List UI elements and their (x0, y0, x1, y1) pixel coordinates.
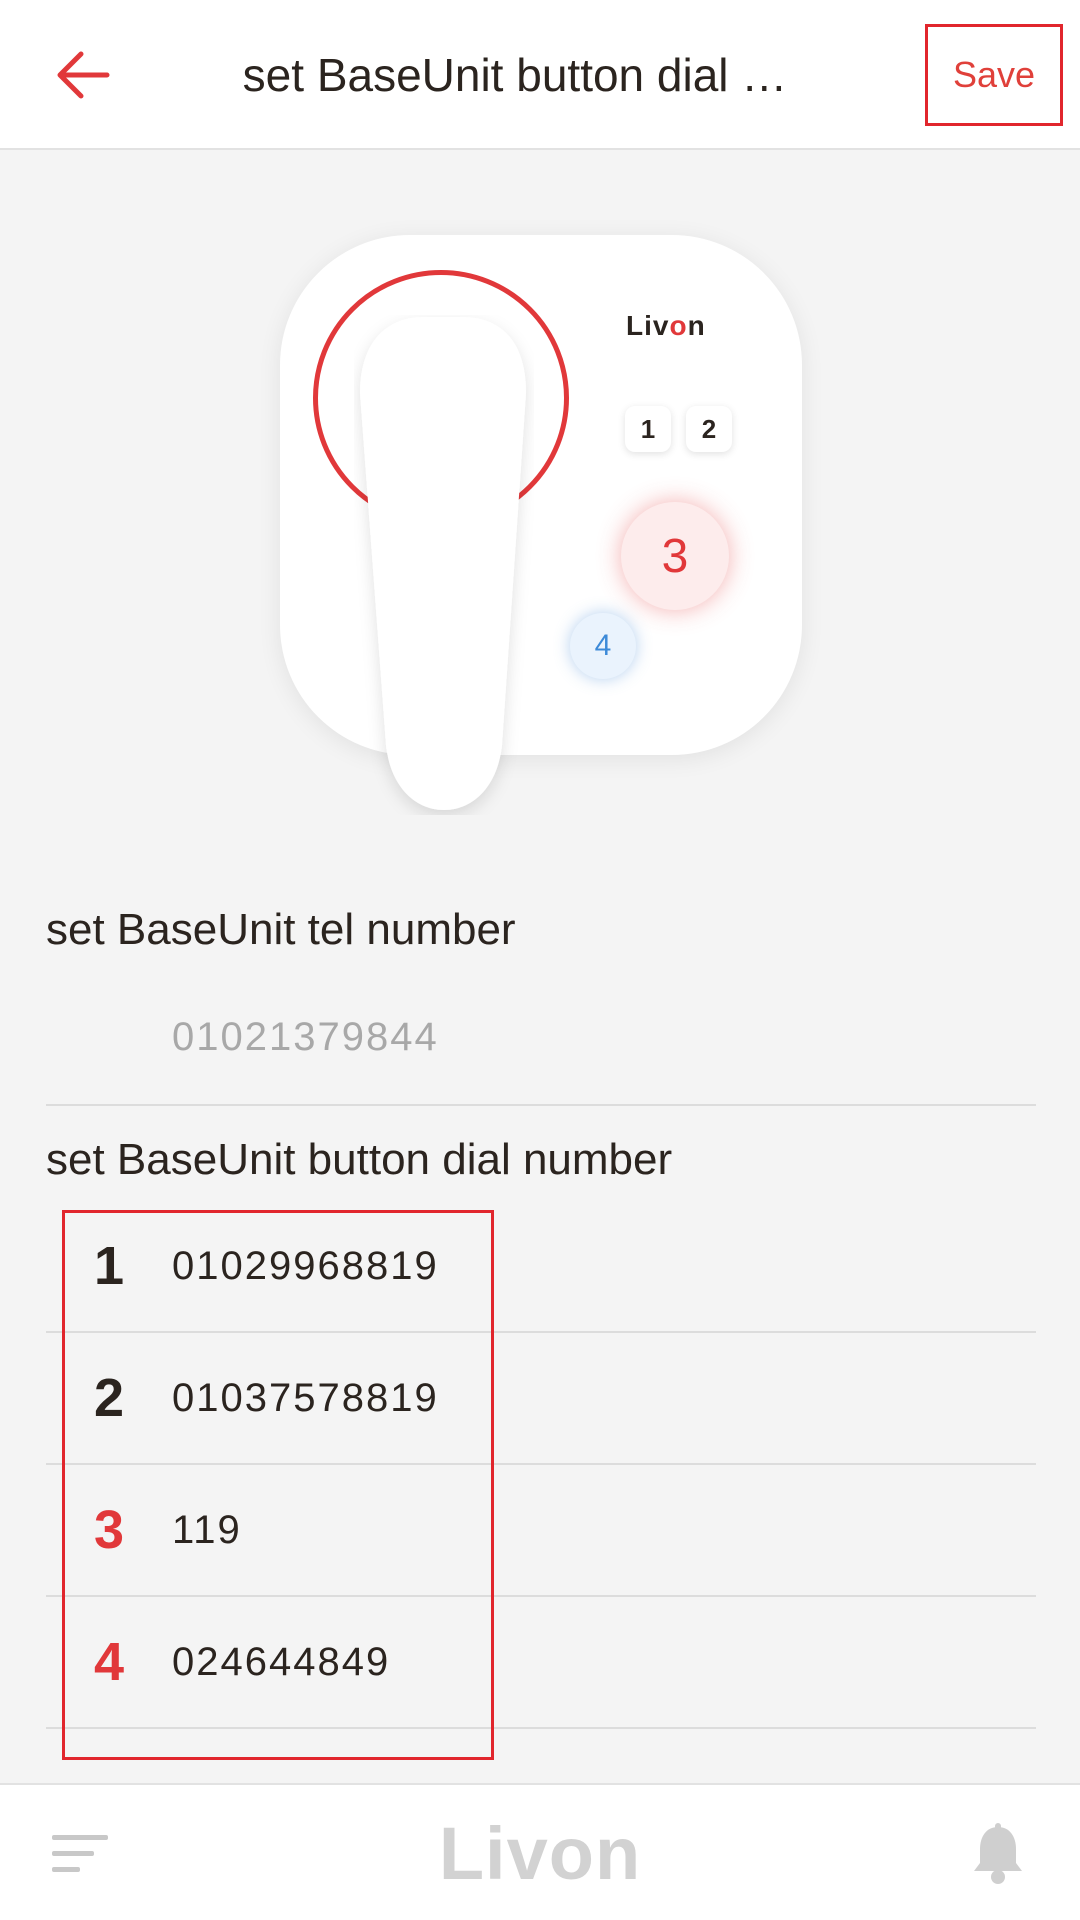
dial-row-2: 2 01037578819 (46, 1332, 1036, 1464)
device-button-3: 3 (621, 502, 729, 610)
dial-row-index: 3 (94, 1500, 125, 1560)
divider (46, 1104, 1036, 1106)
dial-row-4: 4 024644849 (46, 1596, 1036, 1728)
tel-number-field[interactable]: 01021379844 (172, 1015, 439, 1060)
back-button[interactable] (48, 40, 118, 110)
device-key-2: 2 (686, 406, 732, 452)
app-logo: Liv o n (438, 1811, 642, 1895)
device-brand-logo: Livon (626, 310, 706, 341)
dial-number-field[interactable]: 024644849 (172, 1596, 390, 1728)
dial-row-index: 1 (94, 1236, 125, 1296)
page-title: set BaseUnit button dial … (242, 49, 788, 101)
dial-row-1: 1 01029968819 (46, 1200, 1036, 1332)
arrow-left-icon (57, 51, 110, 99)
menu-button[interactable] (50, 1833, 110, 1880)
dial-row-3: 3 119 (46, 1464, 1036, 1596)
dial-number-field[interactable]: 01037578819 (172, 1332, 439, 1464)
dial-section-title: set BaseUnit button dial number (46, 1135, 673, 1184)
bell-icon (974, 1823, 1022, 1884)
device-key-1: 1 (625, 406, 671, 452)
dial-row-index: 2 (94, 1368, 125, 1428)
divider (46, 1727, 1036, 1729)
bottom-bar: Liv o n (0, 1783, 1080, 1920)
save-button[interactable]: Save (925, 24, 1063, 126)
dial-number-field[interactable]: 119 (172, 1464, 242, 1596)
dial-number-field[interactable]: 01029968819 (172, 1200, 439, 1332)
app-header: set BaseUnit button dial … Save (0, 0, 1080, 150)
menu-icon (52, 1835, 108, 1872)
handset-handle (360, 317, 526, 810)
notifications-button[interactable] (970, 1823, 1026, 1890)
dial-row-index: 4 (94, 1632, 125, 1692)
tel-section-title: set BaseUnit tel number (46, 905, 516, 954)
device-button-4: 4 (570, 613, 636, 679)
